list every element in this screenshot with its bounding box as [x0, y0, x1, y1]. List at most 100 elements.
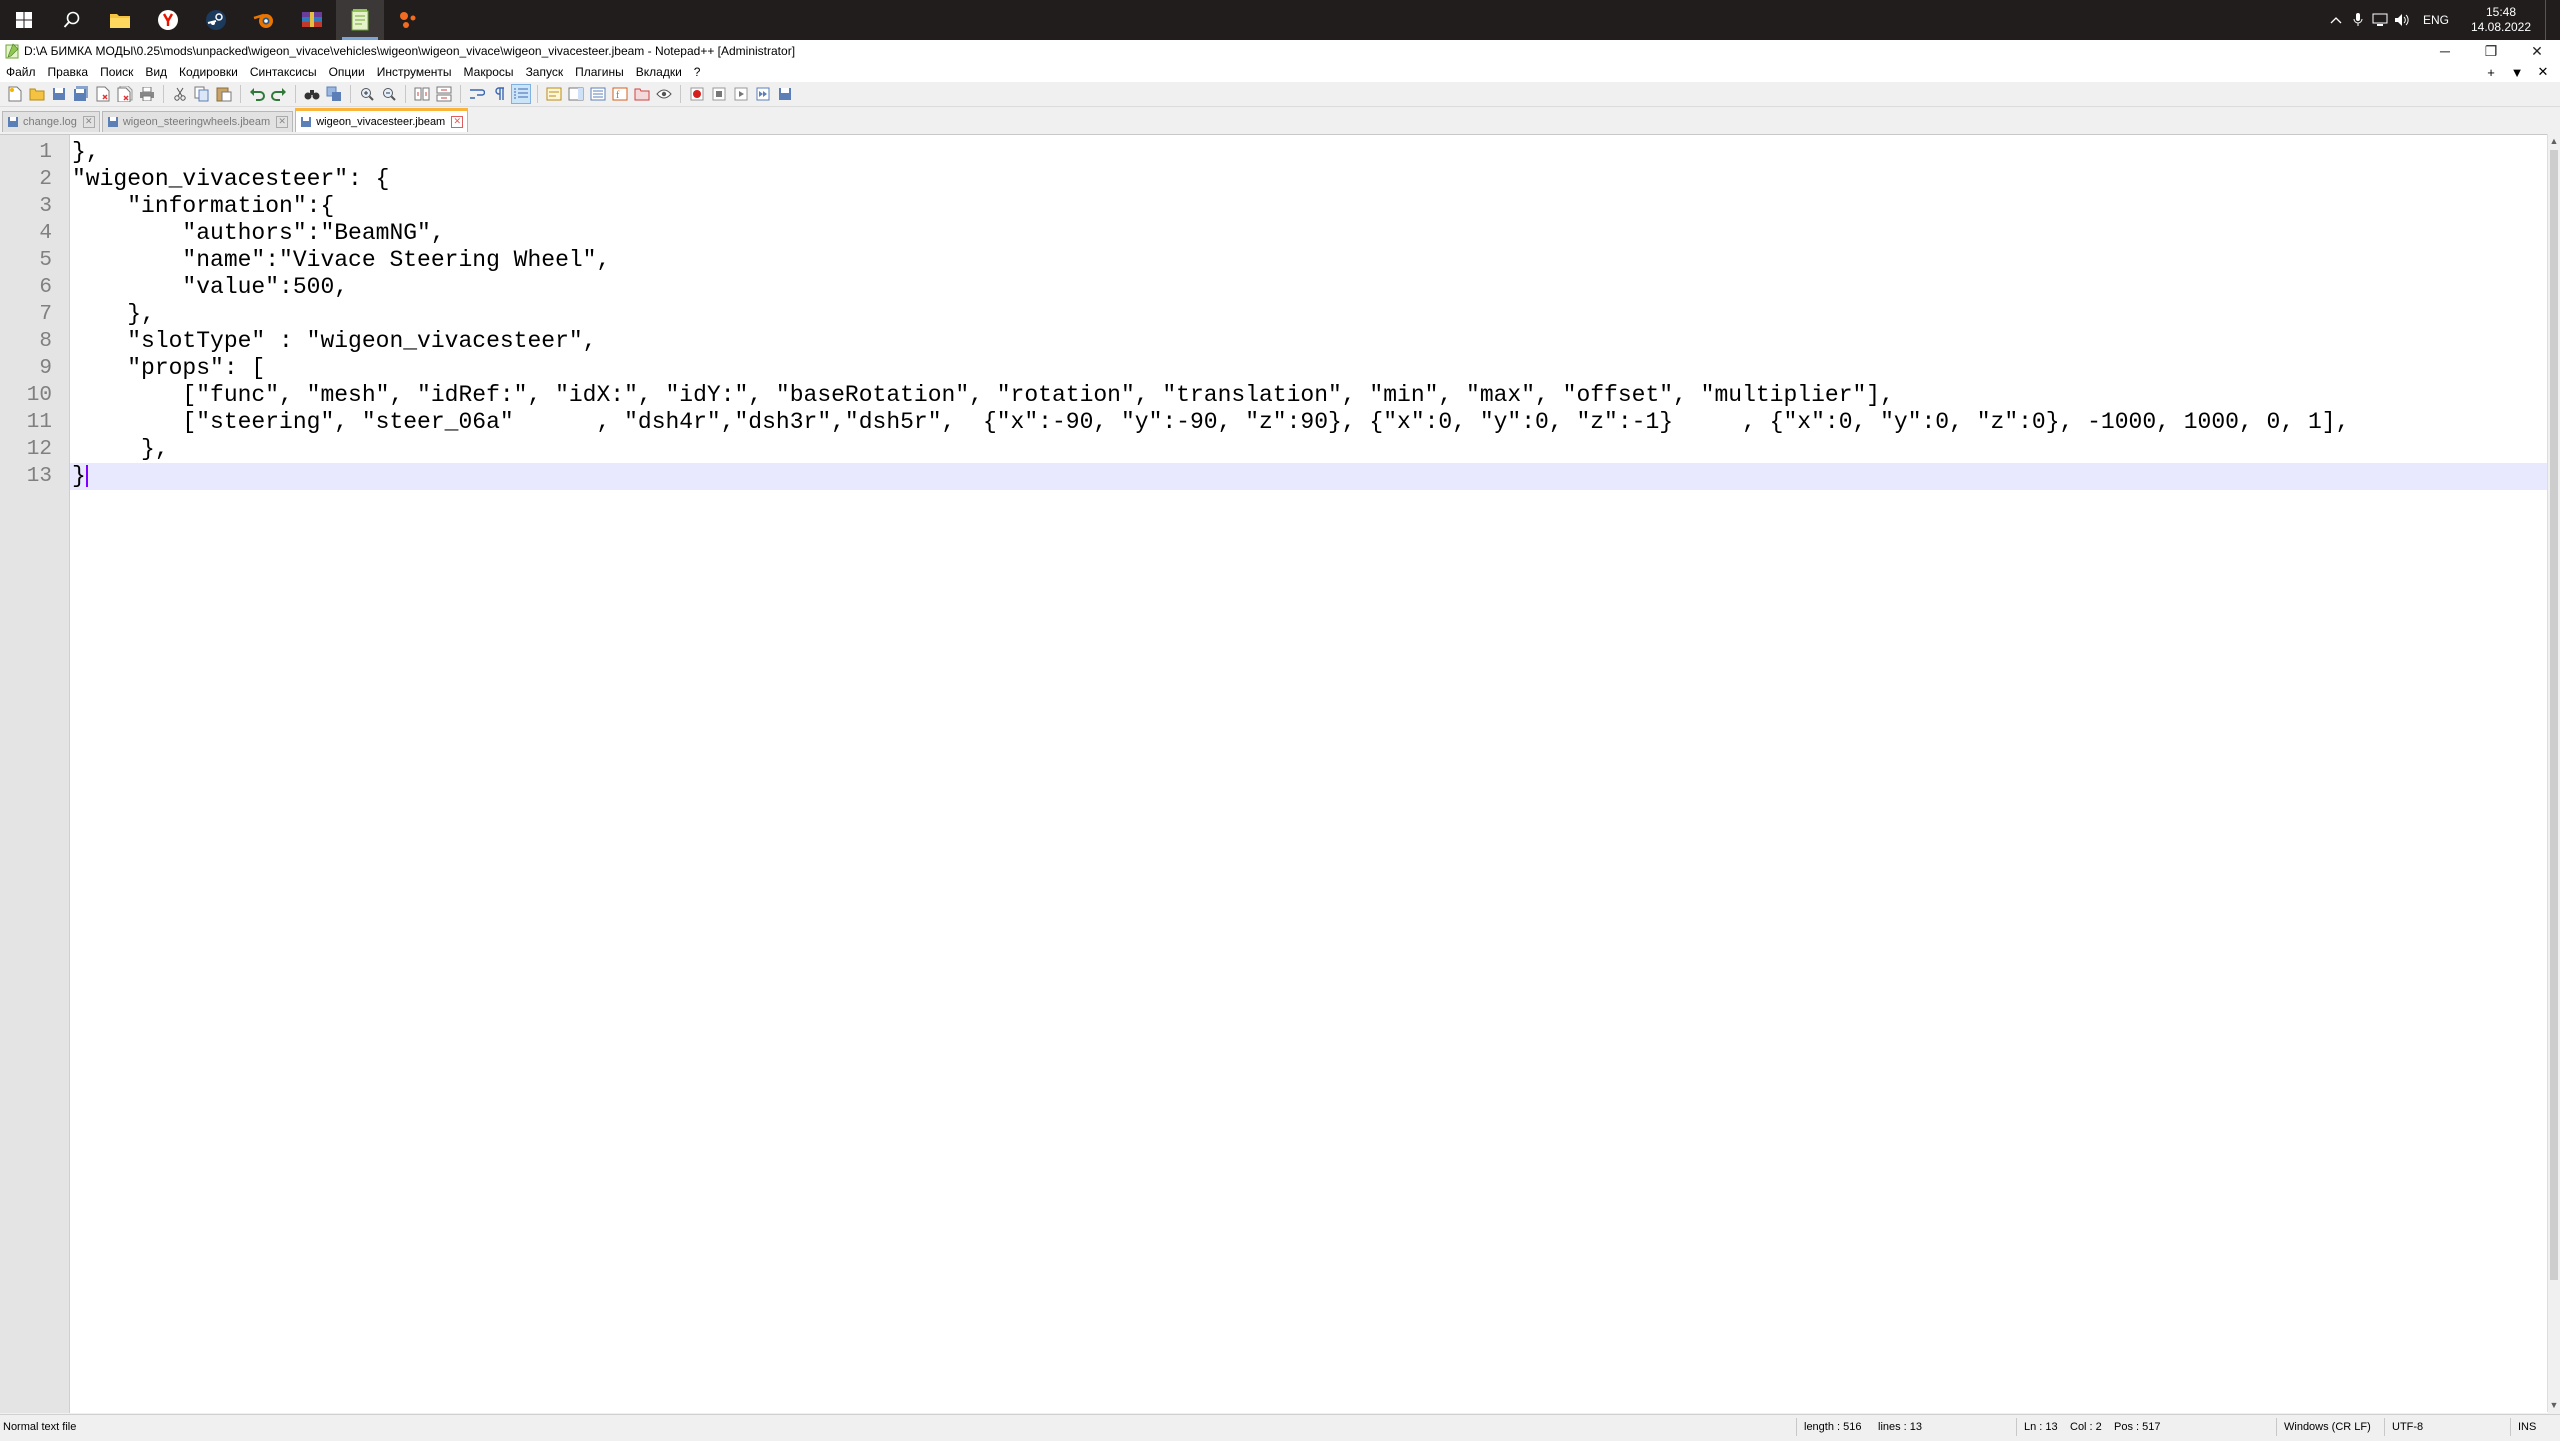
- vertical-scrollbar[interactable]: ▲ ▼: [2547, 134, 2560, 1412]
- menu-settings[interactable]: Опции: [323, 65, 371, 79]
- code-line[interactable]: 10 ["func", "mesh", "idRef:", "idX:", "i…: [27, 382, 2548, 409]
- tab-label: change.log: [23, 116, 77, 128]
- user-language-button[interactable]: [545, 85, 563, 103]
- clock[interactable]: 15:48 14.08.2022: [2463, 5, 2545, 35]
- document-list-button[interactable]: [589, 85, 607, 103]
- close-all-button[interactable]: [116, 85, 134, 103]
- sync-vertical-button[interactable]: [413, 85, 431, 103]
- status-insert-mode[interactable]: INS: [2518, 1421, 2536, 1433]
- indent-guide-button[interactable]: [511, 84, 531, 104]
- folder-as-workspace-button[interactable]: [633, 85, 651, 103]
- menu-plugins[interactable]: Плагины: [569, 65, 630, 79]
- taskbar-steam[interactable]: [192, 0, 240, 40]
- tab-wigeon-steeringwheels[interactable]: wigeon_steeringwheels.jbeam ✕: [101, 111, 294, 132]
- show-all-characters-button[interactable]: [490, 85, 508, 103]
- new-tab-button[interactable]: +: [2478, 65, 2504, 80]
- save-button[interactable]: [50, 85, 68, 103]
- menu-window[interactable]: Вкладки: [630, 65, 688, 79]
- zoom-in-button[interactable]: [358, 85, 376, 103]
- save-macro-button[interactable]: [776, 85, 794, 103]
- copy-button[interactable]: [193, 85, 211, 103]
- tab-wigeon-vivacesteer[interactable]: wigeon_vivacesteer.jbeam ✕: [295, 108, 469, 132]
- restore-button[interactable]: ❐: [2468, 40, 2514, 62]
- code-area[interactable]: 1}, 2 "wigeon_vivacesteer": { 3 "informat…: [27, 139, 2548, 490]
- tab-list-button[interactable]: ▼: [2504, 65, 2530, 80]
- record-macro-button[interactable]: [688, 85, 706, 103]
- menu-run[interactable]: Запуск: [520, 65, 570, 79]
- code-line[interactable]: 1},: [39, 139, 2548, 166]
- scroll-down-arrow-icon[interactable]: ▼: [2548, 1398, 2560, 1412]
- taskbar-search-button[interactable]: [48, 0, 96, 40]
- tab-close-icon[interactable]: ✕: [82, 116, 95, 128]
- find-button[interactable]: [303, 85, 321, 103]
- show-hidden-icons-button[interactable]: [2325, 0, 2347, 40]
- menu-encoding[interactable]: Кодировки: [173, 65, 244, 79]
- language-indicator[interactable]: ENG: [2413, 13, 2463, 27]
- menu-tools[interactable]: Инструменты: [371, 65, 458, 79]
- cut-button[interactable]: [171, 85, 189, 103]
- current-code-line[interactable]: 13}: [27, 463, 2548, 490]
- menu-macro[interactable]: Макросы: [458, 65, 520, 79]
- start-button[interactable]: [0, 0, 48, 40]
- taskbar-app[interactable]: [384, 0, 432, 40]
- volume-tray[interactable]: [2391, 0, 2413, 40]
- save-all-button[interactable]: [72, 85, 90, 103]
- editor[interactable]: 1}, 2 "wigeon_vivacesteer": { 3 "informat…: [0, 134, 2548, 1413]
- code-line[interactable]: 3 "information":{: [39, 193, 2548, 220]
- status-separator: [2276, 1418, 2277, 1436]
- taskbar-yandex-browser[interactable]: [144, 0, 192, 40]
- code-line[interactable]: 7 },: [39, 301, 2548, 328]
- code-line[interactable]: 4 "authors":"BeamNG",: [39, 220, 2548, 247]
- word-wrap-button[interactable]: [468, 85, 486, 103]
- indent-guide-icon: [514, 88, 528, 100]
- taskbar-blender[interactable]: [240, 0, 288, 40]
- open-file-button[interactable]: [28, 85, 46, 103]
- replace-button[interactable]: [325, 85, 343, 103]
- microphone-tray[interactable]: [2347, 0, 2369, 40]
- minimize-button[interactable]: ─: [2422, 40, 2468, 62]
- show-desktop-button[interactable]: [2545, 0, 2560, 40]
- print-button[interactable]: [138, 85, 156, 103]
- zoom-out-button[interactable]: [380, 85, 398, 103]
- network-tray[interactable]: [2369, 0, 2391, 40]
- menu-help[interactable]: ?: [688, 65, 707, 79]
- scroll-thumb[interactable]: [2550, 150, 2558, 1280]
- status-eol[interactable]: Windows (CR LF): [2284, 1421, 2371, 1433]
- menu-search[interactable]: Поиск: [94, 65, 139, 79]
- status-encoding[interactable]: UTF-8: [2392, 1421, 2423, 1433]
- monitoring-button[interactable]: [655, 85, 673, 103]
- code-line[interactable]: 5 "name":"Vivace Steering Wheel",: [39, 247, 2548, 274]
- function-list-button[interactable]: f: [611, 85, 629, 103]
- record-icon: [690, 87, 704, 101]
- taskbar-notepad-plus-plus[interactable]: [336, 0, 384, 40]
- code-line[interactable]: 2 "wigeon_vivacesteer": {: [39, 166, 2548, 193]
- scroll-up-arrow-icon[interactable]: ▲: [2548, 134, 2560, 148]
- taskbar-winrar[interactable]: [288, 0, 336, 40]
- stop-macro-button[interactable]: [710, 85, 728, 103]
- code-line[interactable]: 12 },: [27, 436, 2548, 463]
- run-macro-multiple-button[interactable]: [754, 85, 772, 103]
- document-map-button[interactable]: [567, 85, 585, 103]
- close-document-button[interactable]: ✕: [2530, 64, 2556, 80]
- code-line[interactable]: 8 "slotType" : "wigeon_vivacesteer",: [39, 328, 2548, 355]
- paste-button[interactable]: [215, 85, 233, 103]
- tab-change-log[interactable]: change.log ✕: [2, 111, 100, 132]
- redo-button[interactable]: [270, 85, 288, 103]
- close-file-button[interactable]: [94, 85, 112, 103]
- code-line[interactable]: 9 "props": [: [39, 355, 2548, 382]
- code-line[interactable]: 6 "value":500,: [39, 274, 2548, 301]
- tab-close-icon[interactable]: ✕: [451, 115, 464, 128]
- menu-language[interactable]: Синтаксисы: [244, 65, 323, 79]
- line-number: 4: [39, 222, 52, 245]
- new-file-button[interactable]: [6, 85, 24, 103]
- tab-close-icon[interactable]: ✕: [276, 116, 289, 128]
- play-macro-button[interactable]: [732, 85, 750, 103]
- sync-horizontal-button[interactable]: [435, 85, 453, 103]
- undo-button[interactable]: [248, 85, 266, 103]
- taskbar-file-explorer[interactable]: [96, 0, 144, 40]
- menu-view[interactable]: Вид: [139, 65, 173, 79]
- menu-edit[interactable]: Правка: [42, 65, 95, 79]
- code-line[interactable]: 11 ["steering", "steer_06a" , "dsh4r","d…: [27, 409, 2548, 436]
- menu-file[interactable]: Файл: [0, 65, 42, 79]
- close-button[interactable]: ✕: [2514, 40, 2560, 62]
